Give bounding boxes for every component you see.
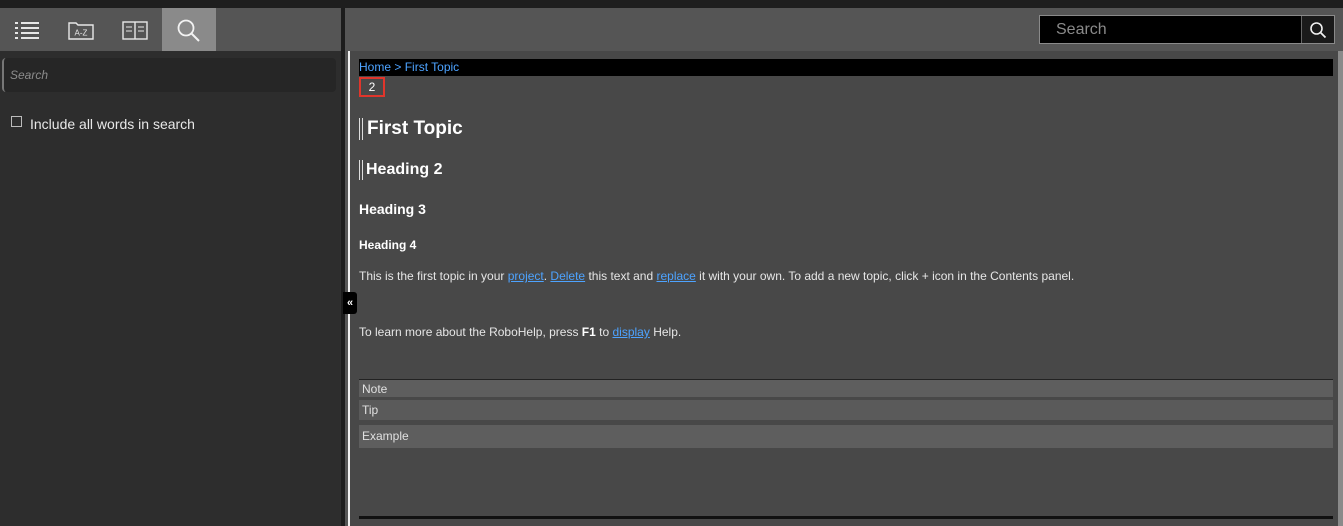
topic-pane: Search Home > First Topic 2 First Topic … (345, 8, 1343, 526)
page-number-badge: 2 (359, 77, 385, 97)
vertical-scrollbar[interactable] (1338, 51, 1343, 526)
topic-content: Home > First Topic 2 First Topic Heading… (348, 51, 1340, 526)
tab-contents[interactable] (0, 8, 54, 51)
heading-4: Heading 4 (359, 238, 417, 252)
help-text-3: Help. (649, 325, 682, 339)
delete-link[interactable]: Delete (550, 269, 585, 283)
breadcrumb: Home > First Topic (359, 59, 1333, 76)
toc-list-icon (15, 21, 39, 39)
help-text-1: To learn more about the RoboHelp, press (359, 325, 582, 339)
help-text-2: to (595, 325, 613, 339)
heading-2: Heading 2 (359, 160, 442, 180)
include-all-words-option[interactable]: Include all words in search (11, 115, 195, 132)
glossary-book-icon (122, 20, 148, 40)
az-index-icon: A-Z (68, 21, 94, 40)
help-paragraph: To learn more about the RoboHelp, press … (359, 325, 681, 339)
tab-index[interactable]: A-Z (54, 8, 108, 51)
tab-glossary[interactable] (108, 8, 162, 51)
navigation-pane: A-Z Search Include all words in search (0, 8, 341, 526)
nav-toolbar: A-Z (0, 8, 341, 51)
tab-search[interactable] (162, 8, 216, 51)
display-link[interactable]: display (613, 325, 650, 339)
f1-key: F1 (581, 325, 596, 339)
breadcrumb-home-link[interactable]: Home (359, 60, 391, 74)
topic-title: First Topic (359, 118, 463, 140)
az-index-label: A-Z (75, 28, 88, 37)
tip-block: Tip (359, 400, 1333, 420)
heading-3: Heading 3 (359, 201, 426, 217)
topic-search-placeholder: Search (1056, 21, 1107, 38)
breadcrumb-separator: > (391, 60, 405, 74)
intro-text-3: this text and (585, 269, 657, 283)
search-input-placeholder: Search (10, 68, 49, 82)
intro-paragraph: This is the first topic in your project.… (359, 269, 1074, 283)
breadcrumb-current[interactable]: First Topic (405, 60, 459, 74)
project-link[interactable]: project (508, 269, 544, 283)
intro-text-4: it with your own. To add a new topic, cl… (695, 269, 1075, 283)
search-input[interactable]: Search (2, 58, 336, 92)
intro-text-1: This is the first topic in your (359, 269, 508, 283)
include-all-words-checkbox[interactable] (11, 115, 22, 127)
table-top-border (359, 516, 1333, 519)
note-block: Note (359, 379, 1333, 397)
search-icon (177, 19, 200, 42)
topic-search-button[interactable] (1301, 16, 1334, 43)
include-all-words-label: Include all words in search (30, 116, 195, 132)
topic-search-field[interactable]: Search (1039, 15, 1335, 44)
search-icon (1310, 21, 1327, 38)
replace-link[interactable]: replace (656, 269, 695, 283)
window-top-strip (0, 0, 1343, 8)
example-block: Example (359, 425, 1333, 448)
collapse-pane-button[interactable]: « (343, 292, 357, 314)
